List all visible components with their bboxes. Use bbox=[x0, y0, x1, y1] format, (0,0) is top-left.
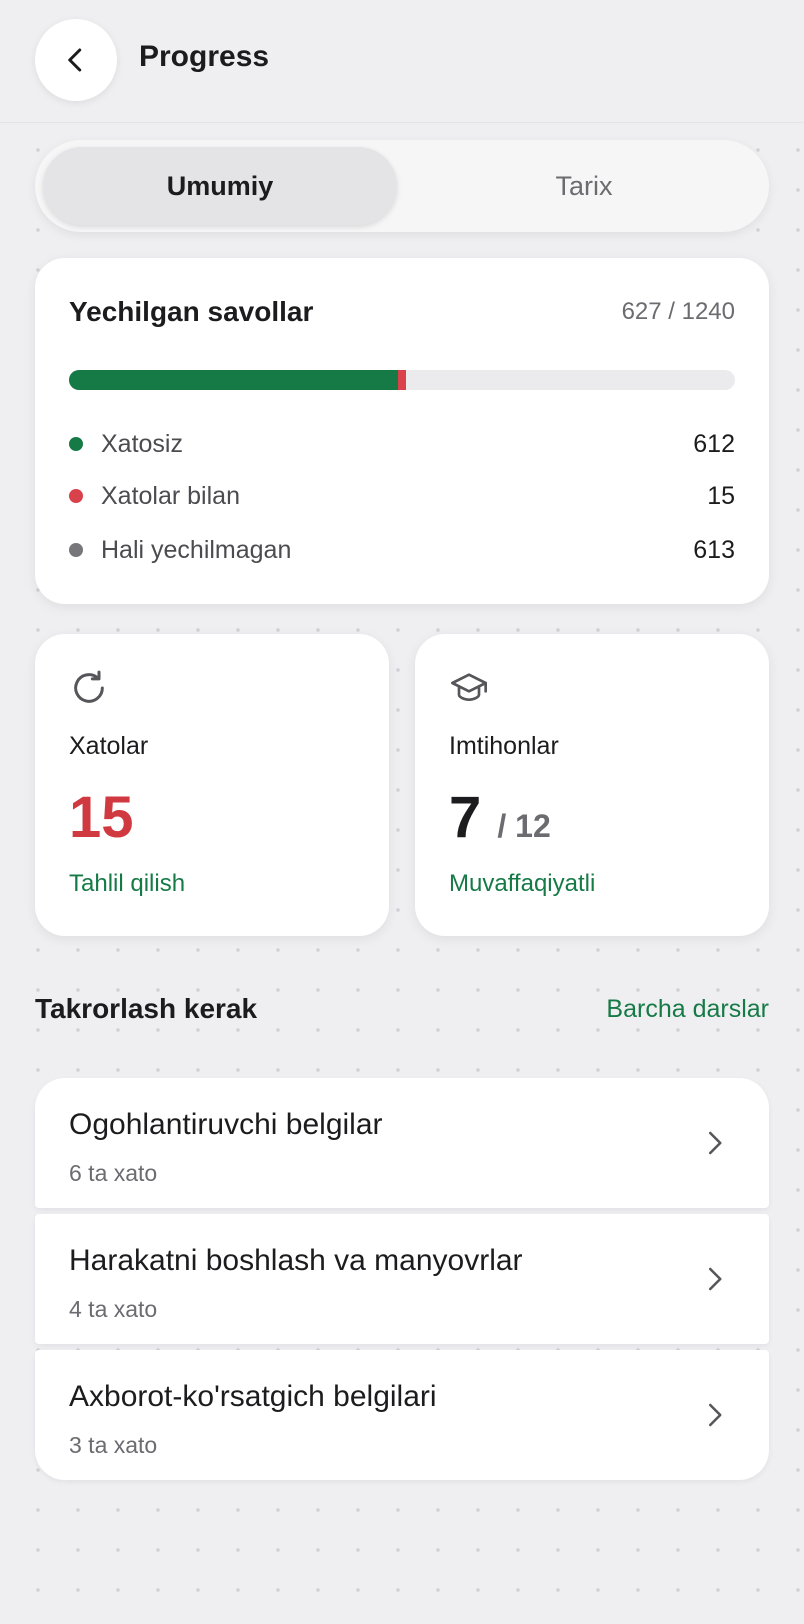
solved-questions-count: 627 / 1240 bbox=[621, 298, 735, 325]
chevron-left-icon bbox=[68, 48, 82, 72]
mistakes-label: Xatolar bbox=[69, 732, 149, 760]
review-list: Ogohlantiruvchi belgilar 6 ta xato Harak… bbox=[35, 1078, 769, 1480]
list-item-title: Harakatni boshlash va manyovrlar bbox=[69, 1244, 523, 1277]
legend-row-errors: Xatolar bilan 15 bbox=[69, 478, 735, 514]
page-title: Progress bbox=[139, 40, 270, 73]
refresh-icon bbox=[74, 670, 104, 703]
exams-count: 7 / 12 bbox=[449, 784, 551, 851]
gray-dot-icon bbox=[69, 543, 83, 557]
legend-row-unsolved: Hali yechilmagan 613 bbox=[69, 532, 735, 568]
legend-value: 613 bbox=[693, 535, 735, 564]
solved-questions-title: Yechilgan savollar bbox=[69, 296, 314, 327]
legend-value: 612 bbox=[693, 429, 735, 458]
tab-tarix[interactable]: Tarix bbox=[407, 147, 761, 225]
graduation-cap-icon bbox=[451, 673, 487, 701]
progress-segment-errors bbox=[397, 370, 406, 390]
legend-row-correct: Xatosiz 612 bbox=[69, 426, 735, 462]
exams-card[interactable]: Imtihonlar 7 / 12 Muvaffaqiyatli bbox=[415, 634, 769, 936]
list-item[interactable]: Harakatni boshlash va manyovrlar 4 ta xa… bbox=[35, 1214, 769, 1344]
list-item-subtitle: 6 ta xato bbox=[69, 1160, 158, 1186]
list-item-title: Ogohlantiruvchi belgilar bbox=[69, 1108, 383, 1141]
list-item[interactable]: Ogohlantiruvchi belgilar 6 ta xato bbox=[35, 1078, 769, 1208]
progress-segment-correct bbox=[69, 370, 398, 390]
solved-progress-bar bbox=[69, 370, 735, 390]
solved-questions-card: Yechilgan savollar 627 / 1240 Xatosiz 61… bbox=[35, 258, 769, 604]
red-dot-icon bbox=[69, 489, 83, 503]
tab-umumiy[interactable]: Umumiy bbox=[43, 147, 397, 225]
all-lessons-link[interactable]: Barcha darslar bbox=[606, 995, 769, 1024]
green-dot-icon bbox=[69, 437, 83, 451]
list-item[interactable]: Axborot-ko'rsatgich belgilari 3 ta xato bbox=[35, 1350, 769, 1480]
legend-label: Xatolar bilan bbox=[101, 481, 240, 510]
list-item-title: Axborot-ko'rsatgich belgilari bbox=[69, 1380, 437, 1413]
mistakes-card[interactable]: Xatolar 15 Tahlil qilish bbox=[35, 634, 389, 936]
legend-label: Hali yechilmagan bbox=[101, 535, 292, 564]
exams-total: / 12 bbox=[497, 808, 551, 844]
legend-value: 15 bbox=[707, 481, 735, 510]
back-button[interactable] bbox=[35, 19, 117, 101]
chevron-right-icon bbox=[709, 1131, 722, 1155]
exams-passed: 7 bbox=[449, 785, 482, 850]
exams-label: Imtihonlar bbox=[449, 732, 559, 760]
header: Progress bbox=[0, 0, 804, 123]
list-item-subtitle: 4 ta xato bbox=[69, 1296, 158, 1322]
chevron-right-icon bbox=[709, 1403, 722, 1427]
list-item-subtitle: 3 ta xato bbox=[69, 1432, 158, 1458]
chevron-right-icon bbox=[709, 1267, 722, 1291]
tab-switcher: Umumiy Tarix bbox=[35, 140, 769, 232]
legend-label: Xatosiz bbox=[101, 429, 183, 458]
mistakes-count: 15 bbox=[69, 785, 134, 850]
exams-status-link[interactable]: Muvaffaqiyatli bbox=[449, 870, 595, 898]
review-section-title: Takrorlash kerak bbox=[35, 993, 258, 1024]
analyze-link[interactable]: Tahlil qilish bbox=[69, 870, 185, 898]
